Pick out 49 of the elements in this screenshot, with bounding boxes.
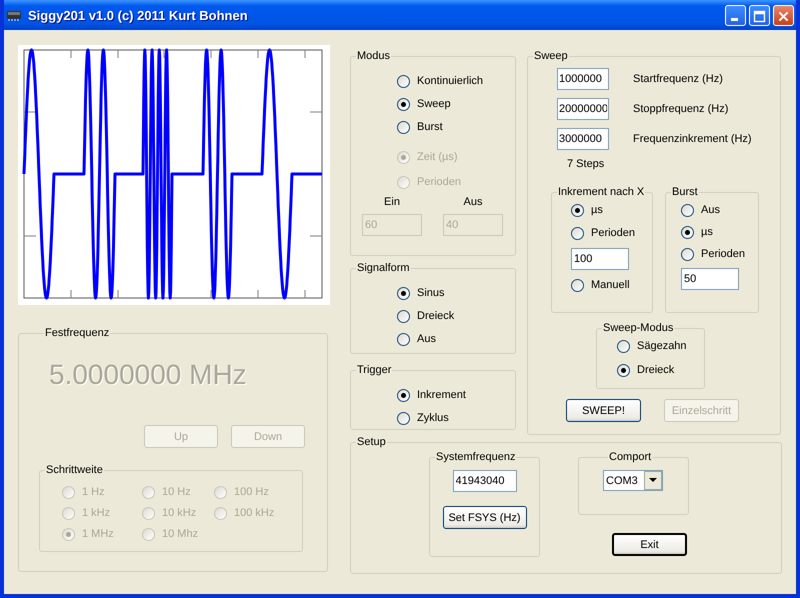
- window-title: Siggy201 v1.0 (c) 2011 Kurt Bohnen: [28, 8, 248, 22]
- group-title: Burst: [671, 186, 699, 198]
- input-field[interactable]: 50: [681, 268, 739, 290]
- radio-option[interactable]: Aus: [681, 202, 758, 218]
- field-label: Aus: [464, 196, 482, 208]
- radio-option[interactable]: Dreieck: [397, 308, 515, 324]
- minimize-icon: [731, 18, 738, 20]
- radio-option[interactable]: µs: [571, 202, 652, 218]
- group-title: Sweep-Modus: [602, 322, 674, 334]
- port-dropdown[interactable]: COM3: [603, 470, 663, 491]
- radio-option[interactable]: Sweep: [397, 96, 515, 112]
- group-title: Comport: [608, 451, 652, 463]
- radio-option[interactable]: Dreieck: [617, 362, 704, 378]
- radio-option[interactable]: Manuell: [571, 277, 652, 293]
- radio-option[interactable]: Inkrement: [397, 387, 515, 403]
- radio-option[interactable]: Kontinuierlich: [397, 73, 515, 89]
- input-field[interactable]: 41943040: [452, 470, 516, 492]
- close-button[interactable]: [773, 4, 794, 26]
- group-title: Trigger: [356, 364, 392, 376]
- group-title: Signalform: [356, 262, 411, 274]
- frequency-display: 5.0000000 MHz: [49, 359, 248, 391]
- radio-option[interactable]: Zyklus: [397, 410, 515, 426]
- group-title: Festfrequenz: [44, 327, 110, 339]
- radio-option[interactable]: Perioden: [571, 225, 652, 241]
- radio-option[interactable]: µs: [681, 224, 758, 240]
- exit-button[interactable]: Exit: [612, 533, 687, 556]
- group-title: Setup: [356, 436, 387, 448]
- input-field[interactable]: 100: [571, 248, 629, 270]
- group-title: Sweep: [533, 50, 569, 62]
- radio-option[interactable]: Perioden: [681, 246, 758, 262]
- group-title: Systemfrequenz: [435, 451, 516, 463]
- field-label: Frequenzinkrement (Hz): [633, 133, 752, 145]
- field-label: Startfrequenz (Hz): [633, 73, 723, 85]
- field-label: Ein: [384, 196, 400, 208]
- minimize-button[interactable]: [725, 4, 746, 26]
- group-title: Inkrement nach X: [557, 186, 646, 198]
- radio-option[interactable]: Sinus: [397, 285, 515, 301]
- set-button[interactable]: Set FSYS (Hz): [442, 506, 526, 529]
- group-title: Schrittweite: [45, 464, 104, 476]
- input-field[interactable]: 3000000: [557, 128, 609, 150]
- radio-option[interactable]: Sägezahn: [617, 338, 704, 354]
- maximize-button[interactable]: [749, 4, 770, 26]
- group-title: Modus: [356, 50, 392, 62]
- sweep-button[interactable]: SWEEP!: [566, 399, 641, 422]
- steps-label: 7 Steps: [566, 157, 606, 170]
- field-label: Stoppfrequenz (Hz): [633, 103, 728, 115]
- radio-option[interactable]: Aus: [397, 331, 515, 347]
- input-field[interactable]: 1000000: [557, 68, 609, 90]
- radio-option[interactable]: Burst: [397, 119, 515, 135]
